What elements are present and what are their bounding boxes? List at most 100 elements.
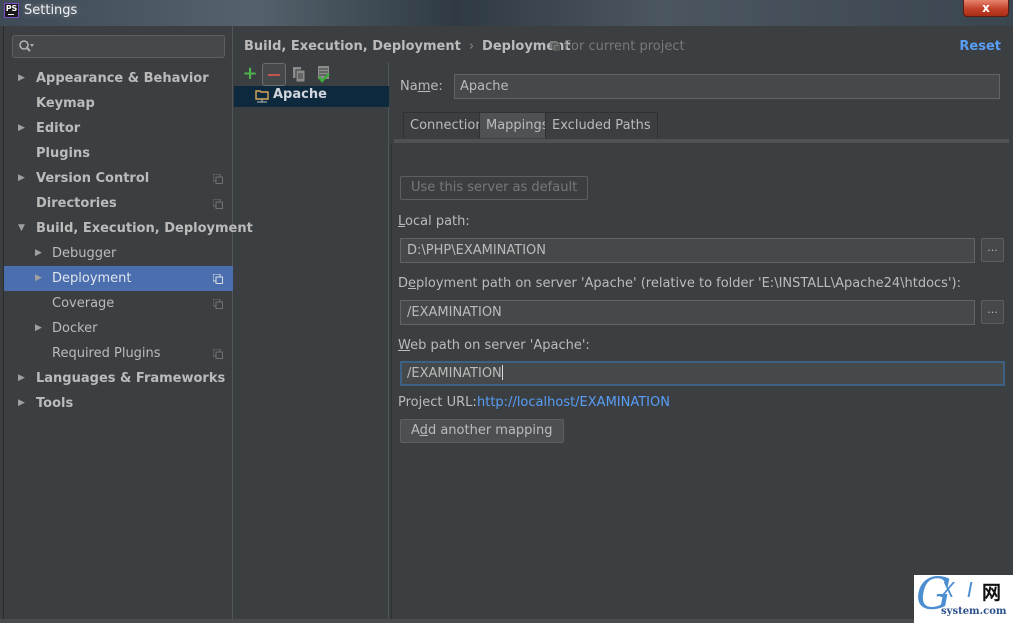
project-url-link[interactable]: http://localhost/EXAMINATION	[477, 395, 670, 410]
server-toolbar: +	[238, 62, 388, 86]
deployment-path-browse-button[interactable]: ...	[981, 300, 1004, 324]
add-another-mapping-button[interactable]: Add another mapping	[400, 419, 564, 443]
web-path-value: /EXAMINATION	[407, 366, 502, 381]
chevron-right-icon[interactable]: ▶	[18, 166, 28, 191]
copy-icon	[293, 67, 306, 83]
project-scope-icon	[213, 174, 223, 184]
add-server-button[interactable]: +	[238, 63, 262, 86]
plus-icon: +	[242, 63, 258, 84]
breadcrumb: Build, Execution, Deployment › Deployment	[244, 39, 571, 54]
sidebar-item-deployment[interactable]: ▶ Deployment	[4, 266, 233, 291]
chevron-right-icon[interactable]: ▶	[18, 391, 28, 416]
breadcrumb-separator-icon: ›	[468, 39, 475, 54]
search-icon	[19, 40, 34, 52]
watermark-cn: 网	[982, 582, 1002, 604]
settings-search-input[interactable]	[12, 35, 225, 58]
chevron-right-icon[interactable]: ▶	[35, 241, 45, 266]
server-default-check-icon	[318, 66, 330, 83]
sidebar-item-docker[interactable]: ▶ Docker	[4, 316, 233, 341]
tab-body-border	[391, 143, 392, 620]
local-path-mnemonic: L	[398, 214, 406, 229]
server-name-input[interactable]: Apache	[454, 74, 1000, 99]
site-watermark: G X I 网 system.com	[914, 569, 1013, 623]
sidebar-item-label: Build, Execution, Deployment	[36, 221, 253, 236]
breadcrumb-parent[interactable]: Build, Execution, Deployment	[244, 39, 461, 54]
web-path-input[interactable]: /EXAMINATION	[400, 361, 1005, 386]
local-path-input[interactable]: D:\PHP\EXAMINATION	[400, 238, 975, 263]
text-caret	[501, 365, 503, 380]
phpstorm-app-icon: PS	[4, 3, 19, 18]
server-name: Apache	[273, 87, 327, 102]
settings-content: Build, Execution, Deployment › Deployment …	[234, 26, 1011, 620]
settings-sidebar: ▶ Appearance & Behavior Keymap ▶ Editor Plugi…	[4, 26, 253, 620]
sidebar-item-appearance-behavior[interactable]: ▶ Appearance & Behavior	[4, 66, 233, 91]
settings-tree: ▶ Appearance & Behavior Keymap ▶ Editor Plugi…	[4, 66, 253, 416]
deployment-path-label: Deployment path on server 'Apache' (rela…	[398, 276, 961, 291]
local-path-browse-button[interactable]: ...	[981, 238, 1004, 262]
sidebar-item-label: Appearance & Behavior	[36, 71, 209, 86]
sidebar-item-keymap[interactable]: Keymap	[4, 91, 233, 116]
sidebar-item-label: Languages & Frameworks	[36, 371, 226, 386]
sidebar-item-label: Deployment	[52, 271, 132, 286]
web-path-label-text: eb path on server 'Apache':	[410, 338, 590, 353]
project-scope-icon	[213, 349, 223, 359]
chevron-down-icon[interactable]: ▼	[18, 216, 28, 241]
set-default-server-button[interactable]	[312, 63, 336, 86]
server-list-panel: + Apache	[234, 62, 389, 620]
project-scope-icon	[213, 199, 223, 209]
project-url-label: Project URL:	[398, 395, 477, 410]
web-path-label: Web path on server 'Apache':	[398, 338, 590, 353]
server-config-form: Name: Apache Connection Mappings Exclude…	[391, 62, 1011, 620]
chevron-right-icon[interactable]: ▶	[18, 366, 28, 391]
server-list-item[interactable]: Apache	[234, 86, 389, 107]
sidebar-item-build-execution-deployment[interactable]: ▼ Build, Execution, Deployment	[4, 216, 253, 241]
deployment-path-mnemonic: e	[408, 276, 417, 291]
close-icon: x	[982, 1, 990, 15]
sidebar-item-required-plugins[interactable]: Required Plugins	[4, 341, 233, 366]
use-as-default-button[interactable]: Use this server as default	[400, 176, 589, 200]
sidebar-item-label: Coverage	[52, 296, 115, 311]
chevron-right-icon[interactable]: ▶	[18, 66, 28, 91]
window-title: Settings	[24, 3, 78, 18]
sidebar-item-plugins[interactable]: Plugins	[4, 141, 233, 166]
sidebar-item-label: Debugger	[52, 246, 117, 261]
sidebar-item-coverage[interactable]: Coverage	[4, 291, 233, 316]
deployment-path-label-text: ployment path on server 'Apache' (relati…	[416, 276, 961, 291]
sidebar-item-tools[interactable]: ▶ Tools	[4, 391, 233, 416]
sidebar-item-label: Required Plugins	[52, 346, 161, 361]
project-scope-icon	[550, 41, 560, 51]
remove-server-button[interactable]	[262, 63, 286, 86]
chevron-right-icon[interactable]: ▶	[35, 266, 45, 291]
settings-window: ▶ Appearance & Behavior Keymap ▶ Editor Plugi…	[3, 26, 1010, 620]
tab-excluded-paths[interactable]: Excluded Paths	[545, 112, 658, 138]
sidebar-item-label: Tools	[36, 396, 74, 411]
sidebar-item-version-control[interactable]: ▶ Version Control	[4, 166, 233, 191]
sidebar-item-directories[interactable]: Directories	[4, 191, 233, 216]
reset-link[interactable]: Reset	[959, 39, 1001, 54]
name-label-mnemonic: m	[417, 79, 431, 94]
sidebar-item-label: Editor	[36, 121, 81, 136]
sidebar-item-label: Directories	[36, 196, 117, 211]
watermark-domain: system.com	[941, 606, 1007, 617]
local-path-label-text: ocal path:	[405, 214, 470, 229]
copy-server-button[interactable]	[288, 63, 312, 86]
scope-label: For current project	[564, 39, 685, 54]
tab-connection[interactable]: Connection	[403, 112, 491, 138]
sidebar-item-label: Version Control	[36, 171, 150, 186]
sidebar-item-languages-frameworks[interactable]: ▶ Languages & Frameworks	[4, 366, 233, 391]
watermark-xi: X I	[941, 578, 976, 602]
sidebar-item-debugger[interactable]: ▶ Debugger	[4, 241, 233, 266]
window-bottom-frame	[0, 619, 1013, 623]
sidebar-item-label: Keymap	[36, 96, 95, 111]
chevron-right-icon[interactable]: ▶	[18, 116, 28, 141]
deployment-path-input[interactable]: /EXAMINATION	[400, 300, 975, 325]
chevron-right-icon[interactable]: ▶	[35, 316, 45, 341]
web-path-mnemonic: W	[398, 338, 411, 353]
deployment-path-label-part: D	[398, 276, 409, 291]
sidebar-item-editor[interactable]: ▶ Editor	[4, 116, 233, 141]
add-mapping-label-part: A	[411, 423, 420, 438]
sidebar-item-label: Docker	[52, 321, 98, 336]
window-close-button[interactable]: x	[963, 0, 1009, 17]
add-mapping-label-part: d another mapping	[427, 423, 553, 438]
scope-indicator: For current project	[550, 39, 685, 54]
